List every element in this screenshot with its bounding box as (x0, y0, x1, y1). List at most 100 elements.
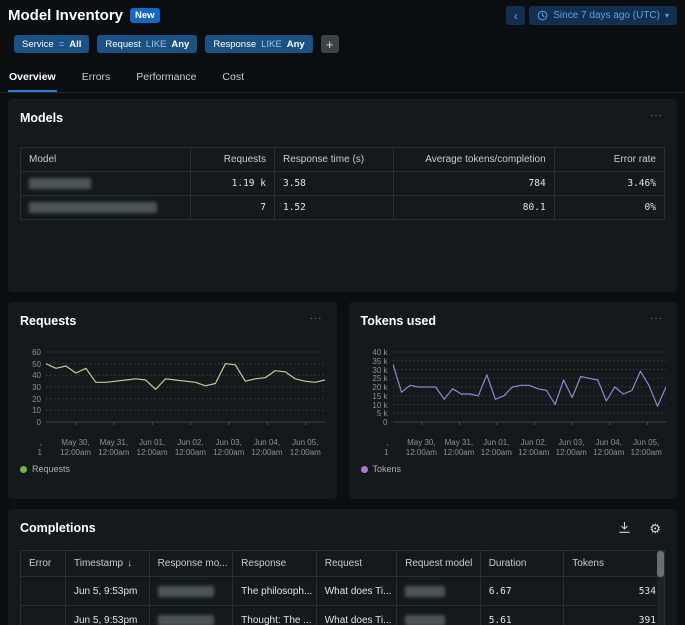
clock-icon (537, 10, 548, 21)
filter-field: Response (213, 39, 256, 50)
duration-cell: 5.61 (481, 606, 565, 625)
timestamp-cell[interactable]: Jun 5, 9:53pm (66, 606, 150, 625)
download-icon (618, 521, 631, 534)
legend-dot (361, 466, 368, 473)
add-filter-button[interactable]: + (321, 35, 339, 53)
response-time-value: 1.52 (275, 196, 394, 219)
scrollbar-thumb[interactable] (657, 551, 664, 577)
column-header-duration[interactable]: Duration (481, 551, 565, 577)
download-button[interactable] (614, 521, 635, 536)
redaction-block (405, 586, 445, 597)
redaction-block (405, 615, 445, 625)
requests-panel: Requests ··· 0102030405060 May 30, 12:00… (8, 302, 337, 499)
panel-menu-button[interactable]: ··· (308, 314, 325, 324)
vertical-scrollbar[interactable] (657, 551, 664, 625)
avg-tokens-value: 80.1 (394, 196, 555, 219)
column-header-error-rate[interactable]: Error rate (555, 148, 664, 172)
request-model-cell (397, 577, 481, 606)
tab-overview[interactable]: Overview (8, 65, 57, 92)
panel-title: Requests (20, 314, 76, 328)
panel-title: Completions (20, 521, 96, 535)
time-range-picker[interactable]: Since 7 days ago (UTC) ▾ (529, 6, 677, 25)
filter-chip-request[interactable]: Request LIKE Any (97, 35, 197, 53)
time-controls: ‹ Since 7 days ago (UTC) ▾ (506, 6, 677, 25)
column-header-request-model[interactable]: Request model (397, 551, 481, 577)
chart-legend[interactable]: Tokens (361, 464, 666, 474)
column-header-response-model[interactable]: Response mo... (150, 551, 234, 577)
column-header-error[interactable]: Error (21, 551, 66, 577)
column-header-response[interactable]: Response (233, 551, 317, 577)
models-table: Model Requests Response time (s) Average… (20, 147, 665, 220)
column-header-requests[interactable]: Requests (191, 148, 275, 172)
duration-cell: 6.67 (481, 577, 565, 606)
sort-desc-icon: ↓ (127, 558, 132, 569)
column-header-request[interactable]: Request (317, 551, 397, 577)
requests-chart: 0102030405060 May 30, 12:00amMay 31, 12:… (20, 342, 325, 458)
filter-value: All (69, 39, 81, 50)
filter-bar: Service = All Request LIKE Any Response … (0, 27, 685, 57)
tab-performance[interactable]: Performance (135, 65, 197, 92)
plus-icon: + (326, 37, 334, 52)
chevron-left-icon: ‹ (514, 9, 518, 23)
plot-area (393, 342, 666, 434)
models-panel: Models ··· Model Requests Response time … (8, 99, 677, 292)
completions-table: Error Timestamp ↓ Response mo... Respons… (20, 550, 665, 625)
chart-legend[interactable]: Requests (20, 464, 325, 474)
redaction-block (158, 615, 214, 625)
x-axis-labels: May 30, 12:00amMay 31, 12:00amJun 01, 12… (46, 434, 325, 458)
column-header-response-time[interactable]: Response time (s) (275, 148, 394, 172)
legend-label: Requests (32, 464, 70, 474)
completions-table-wrap: Error Timestamp ↓ Response mo... Respons… (20, 550, 665, 625)
column-header-tokens[interactable]: Tokens (564, 551, 664, 577)
gear-icon: ⚙ (649, 521, 661, 536)
legend-label: Tokens (373, 464, 402, 474)
requests-value: 1.19 k (191, 172, 275, 196)
chevron-down-icon: ▾ (665, 11, 669, 20)
response-cell[interactable]: Thought: The ... (233, 606, 317, 625)
filter-field: Request (105, 39, 140, 50)
tokens-cell: 534 (564, 577, 664, 606)
redaction-block (29, 202, 157, 213)
tab-cost[interactable]: Cost (221, 65, 245, 92)
column-header-avg-tokens[interactable]: Average tokens/completion (394, 148, 555, 172)
tab-bar: Overview Errors Performance Cost (0, 59, 685, 93)
filter-chip-service[interactable]: Service = All (14, 35, 89, 53)
panel-menu-button[interactable]: ··· (648, 111, 665, 121)
panel-title: Tokens used (361, 314, 436, 328)
error-rate-value: 3.46% (555, 172, 664, 196)
filter-chip-response[interactable]: Response LIKE Any (205, 35, 312, 53)
timestamp-cell[interactable]: Jun 5, 9:53pm (66, 577, 150, 606)
page-title: Model Inventory (8, 7, 123, 24)
model-name-redacted[interactable] (21, 196, 191, 219)
collapse-button[interactable]: ‹ (506, 6, 525, 25)
request-cell[interactable]: What does Ti... (317, 606, 397, 625)
dashboard-content: Models ··· Model Requests Response time … (0, 93, 685, 625)
request-cell[interactable]: What does Ti... (317, 577, 397, 606)
error-cell (21, 577, 66, 606)
column-header-timestamp[interactable]: Timestamp ↓ (66, 551, 150, 577)
tab-errors[interactable]: Errors (81, 65, 112, 92)
dashboard-page: Model Inventory New ‹ Since 7 days ago (… (0, 0, 685, 625)
completions-panel: Completions ⚙ Error Timestamp (8, 509, 677, 625)
time-range-label: Since 7 days ago (UTC) (553, 10, 660, 21)
filter-value: Any (171, 39, 189, 50)
response-time-value: 3.58 (275, 172, 394, 196)
response-model-cell (150, 577, 234, 606)
filter-operator: = (59, 39, 65, 50)
column-header-model[interactable]: Model (21, 148, 191, 172)
response-cell[interactable]: The philosoph... (233, 577, 317, 606)
redaction-block (158, 586, 214, 597)
x-axis-labels: May 30, 12:00amMay 31, 12:00amJun 01, 12… (393, 434, 666, 458)
new-badge: New (130, 8, 160, 23)
tokens-cell: 391 (564, 606, 664, 625)
legend-dot (20, 466, 27, 473)
redaction-block (29, 178, 91, 189)
filter-operator: LIKE (261, 39, 282, 50)
error-rate-value: 0% (555, 196, 664, 219)
panel-menu-button[interactable]: ··· (648, 314, 665, 324)
filter-field: Service (22, 39, 54, 50)
settings-button[interactable]: ⚙ (645, 522, 665, 535)
model-name-redacted[interactable] (21, 172, 191, 196)
avg-tokens-value: 784 (394, 172, 555, 196)
tokens-used-panel: Tokens used ··· 05 k10 k15 k20 k25 k30 k… (349, 302, 678, 499)
